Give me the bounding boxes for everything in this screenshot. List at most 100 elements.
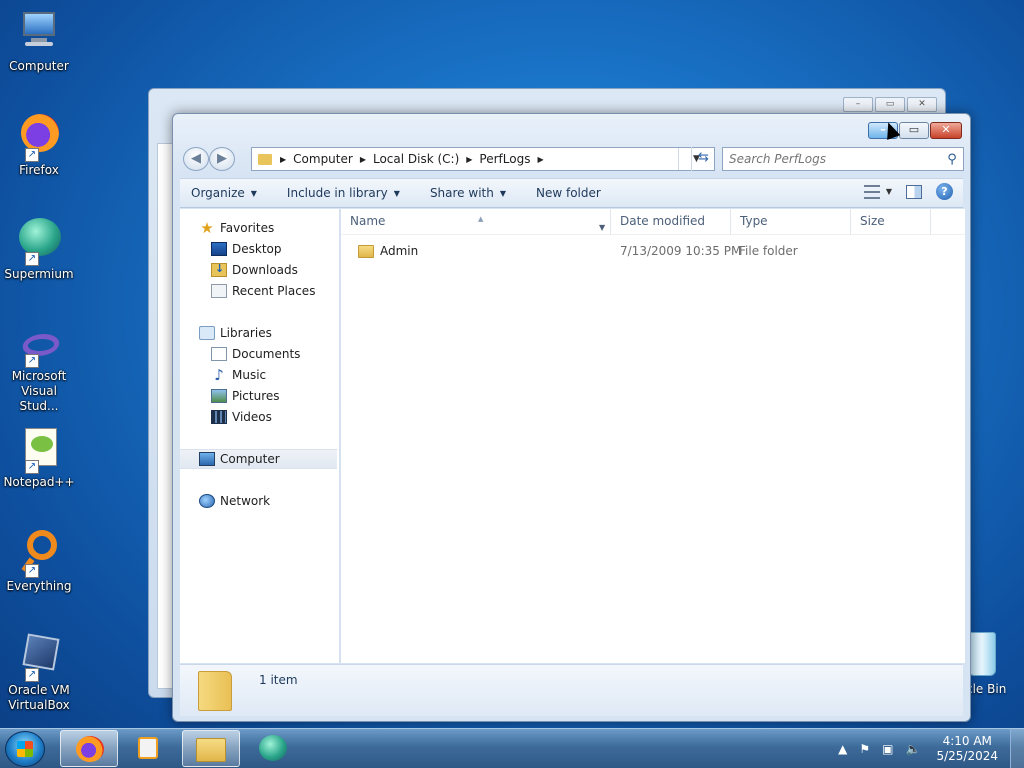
search-icon[interactable]: ⚲ bbox=[941, 152, 963, 167]
column-header-size[interactable]: Size bbox=[851, 209, 931, 234]
desktop-icon-virtualbox[interactable]: ↗ Oracle VM VirtualBox bbox=[2, 632, 76, 713]
clock-date: 5/25/2024 bbox=[936, 749, 998, 763]
back-arrow-icon: ◀ bbox=[191, 151, 201, 166]
recycle-bin-icon[interactable] bbox=[968, 632, 996, 676]
virtualbox-icon: ↗ bbox=[15, 632, 63, 682]
nav-item-documents[interactable]: Documents bbox=[180, 344, 337, 364]
sort-ascending-icon: ▲ bbox=[478, 215, 484, 223]
address-bar[interactable]: ▶ Computer ▶ Local Disk (C:) ▶ PerfLogs … bbox=[251, 147, 715, 171]
maximize-button[interactable]: ▭ bbox=[899, 122, 929, 139]
refresh-button[interactable]: ⇆ bbox=[691, 147, 715, 171]
nav-item-network[interactable]: Network bbox=[180, 491, 337, 511]
chevron-down-icon[interactable]: ▼ bbox=[599, 216, 605, 240]
desktop-icon-everything[interactable]: ↗ Everything bbox=[2, 528, 76, 594]
clock[interactable]: 4:10 AM 5/25/2024 bbox=[936, 734, 998, 764]
nav-item-computer[interactable]: Computer bbox=[180, 449, 337, 469]
organize-button[interactable]: Organize ▼ bbox=[180, 186, 267, 200]
folder-icon bbox=[198, 671, 232, 711]
back-button[interactable]: ◀ bbox=[183, 147, 209, 171]
nav-item-favorites[interactable]: ★ Favorites bbox=[180, 218, 337, 238]
search-box[interactable]: ⚲ bbox=[722, 147, 964, 171]
column-header-type[interactable]: Type bbox=[731, 209, 851, 234]
breadcrumb-item-perflogs[interactable]: PerfLogs ▶ bbox=[479, 152, 550, 166]
file-type: File folder bbox=[739, 244, 798, 258]
taskbar-app-media-player[interactable] bbox=[120, 730, 178, 767]
nav-item-pictures[interactable]: Pictures bbox=[180, 386, 337, 406]
column-header-date-modified[interactable]: Date modified bbox=[611, 209, 731, 234]
nav-label: Pictures bbox=[232, 389, 280, 403]
bg-maximize-button[interactable]: ▭ bbox=[875, 97, 905, 112]
system-tray: ▲ ⚑ ▣ 🔈 4:10 AM 5/25/2024 bbox=[832, 729, 1024, 768]
breadcrumb-item-computer[interactable]: Computer ▶ bbox=[293, 152, 373, 166]
breadcrumb-chevron-icon[interactable]: ▶ bbox=[537, 155, 543, 164]
everything-icon: ↗ bbox=[15, 528, 63, 578]
clock-time: 4:10 AM bbox=[942, 734, 992, 748]
desktop-icon-label: Oracle VM VirtualBox bbox=[8, 683, 70, 712]
show-hidden-icons-icon[interactable]: ▲ bbox=[838, 742, 847, 756]
taskbar-app-supermium[interactable] bbox=[244, 730, 302, 767]
desktop-icon-label: Firefox bbox=[19, 163, 59, 177]
column-label: Name bbox=[350, 214, 386, 228]
breadcrumb-chevron-icon[interactable]: ▶ bbox=[280, 155, 286, 164]
desktop-icon-notepadpp[interactable]: ↗ Notepad++ bbox=[2, 424, 76, 490]
taskbar-app-explorer[interactable] bbox=[182, 730, 240, 767]
preview-pane-icon[interactable] bbox=[906, 184, 922, 199]
breadcrumb-label: Computer bbox=[293, 152, 353, 166]
change-view-button[interactable]: ▼ bbox=[863, 184, 892, 199]
show-desktop-button[interactable] bbox=[1010, 729, 1024, 768]
chevron-down-icon: ▼ bbox=[885, 187, 892, 196]
close-button[interactable]: ✕ bbox=[930, 122, 962, 139]
nav-item-libraries[interactable]: Libraries bbox=[180, 323, 337, 343]
start-button[interactable] bbox=[5, 731, 45, 767]
desktop-icon-visual-studio[interactable]: ↗ Microsoft Visual Stud... bbox=[2, 328, 76, 414]
shortcut-arrow-icon: ↗ bbox=[25, 460, 39, 474]
desktop-icon-supermium[interactable]: ↗ Supermium bbox=[2, 216, 76, 282]
explorer-window[interactable]: – ▭ ✕ ◀ ▶ ▶ Computer ▶ Local Disk (C:) ▶… bbox=[172, 113, 971, 722]
media-player-icon bbox=[138, 737, 158, 759]
nav-item-desktop[interactable]: Desktop bbox=[180, 239, 337, 259]
item-count: 1 item bbox=[259, 673, 298, 687]
taskbar-app-firefox[interactable] bbox=[60, 730, 118, 767]
include-in-library-button[interactable]: Include in library ▼ bbox=[267, 186, 410, 200]
nav-item-music[interactable]: ♪ Music bbox=[180, 365, 337, 385]
breadcrumb-chevron-icon[interactable]: ▶ bbox=[360, 155, 366, 164]
network-status-icon[interactable]: ▣ bbox=[882, 742, 893, 756]
command-bar: Organize ▼ Include in library ▼ Share wi… bbox=[180, 178, 963, 208]
nav-item-downloads[interactable]: Downloads bbox=[180, 260, 337, 280]
nav-item-recent-places[interactable]: Recent Places bbox=[180, 281, 337, 301]
visual-studio-icon: ↗ bbox=[15, 328, 63, 368]
chevron-down-icon: ▼ bbox=[393, 188, 400, 198]
action-center-flag-icon[interactable]: ⚑ bbox=[859, 742, 870, 756]
bg-minimize-button[interactable]: – bbox=[843, 97, 873, 112]
breadcrumb-chevron-icon[interactable]: ▶ bbox=[466, 155, 472, 164]
search-input[interactable] bbox=[723, 149, 941, 169]
include-in-library-label: Include in library bbox=[286, 186, 388, 200]
documents-icon bbox=[211, 347, 227, 361]
volume-muted-icon[interactable]: 🔈 bbox=[906, 742, 921, 756]
desktop-icon-label: Everything bbox=[6, 579, 72, 593]
desktop-icon-computer[interactable]: Computer bbox=[2, 8, 76, 74]
folder-icon bbox=[196, 738, 226, 762]
bg-close-button[interactable]: ✕ bbox=[907, 97, 937, 112]
table-row[interactable]: Admin 7/13/2009 10:35 PM File folder bbox=[341, 240, 965, 262]
column-label: Size bbox=[860, 214, 885, 228]
music-icon: ♪ bbox=[214, 366, 224, 384]
taskbar: ▲ ⚑ ▣ 🔈 4:10 AM 5/25/2024 bbox=[0, 728, 1024, 768]
folder-icon bbox=[258, 153, 272, 165]
column-header-name[interactable]: Name ▲ ▼ bbox=[341, 209, 611, 234]
breadcrumb-label: PerfLogs bbox=[479, 152, 531, 166]
share-with-label: Share with bbox=[429, 186, 494, 200]
shortcut-arrow-icon: ↗ bbox=[25, 564, 39, 578]
desktop-icon-firefox[interactable]: ↗ Firefox bbox=[2, 112, 76, 178]
supermium-icon: ↗ bbox=[15, 216, 63, 266]
file-name: Admin bbox=[380, 244, 419, 258]
nav-item-videos[interactable]: Videos bbox=[180, 407, 337, 427]
new-folder-button[interactable]: New folder bbox=[516, 186, 611, 200]
help-icon[interactable]: ? bbox=[936, 183, 953, 200]
breadcrumb-item-local-disk[interactable]: Local Disk (C:) ▶ bbox=[373, 152, 479, 166]
share-with-button[interactable]: Share with ▼ bbox=[410, 186, 516, 200]
forward-button[interactable]: ▶ bbox=[209, 147, 235, 171]
shortcut-arrow-icon: ↗ bbox=[25, 668, 39, 682]
computer-icon bbox=[15, 8, 63, 56]
nav-label: Desktop bbox=[232, 242, 282, 256]
